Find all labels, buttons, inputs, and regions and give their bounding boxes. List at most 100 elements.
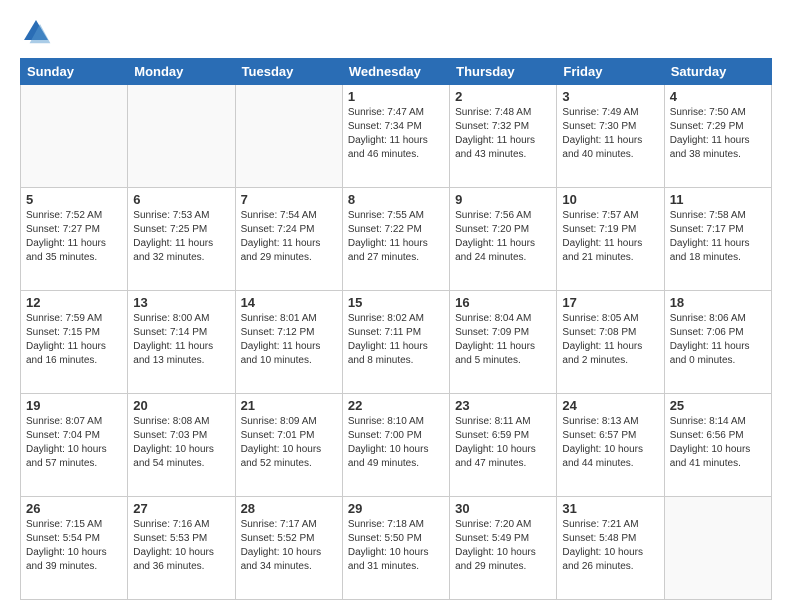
col-thursday: Thursday — [450, 59, 557, 85]
day-number: 26 — [26, 501, 122, 516]
calendar-cell: 20 Sunrise: 8:08 AM Sunset: 7:03 PM Dayli… — [128, 394, 235, 497]
calendar-cell: 31 Sunrise: 7:21 AM Sunset: 5:48 PM Dayli… — [557, 497, 664, 600]
day-number: 20 — [133, 398, 229, 413]
day-info: Sunrise: 7:55 AM Sunset: 7:22 PM Dayligh… — [348, 209, 444, 265]
day-number: 22 — [348, 398, 444, 413]
day-number: 3 — [562, 89, 658, 104]
day-info: Sunrise: 8:10 AM Sunset: 7:00 PM Dayligh… — [348, 415, 444, 471]
day-info: Sunrise: 8:06 AM Sunset: 7:06 PM Dayligh… — [670, 312, 766, 368]
calendar-cell: 27 Sunrise: 7:16 AM Sunset: 5:53 PM Dayli… — [128, 497, 235, 600]
calendar-cell: 8 Sunrise: 7:55 AM Sunset: 7:22 PM Daylig… — [342, 188, 449, 291]
day-info: Sunrise: 7:57 AM Sunset: 7:19 PM Dayligh… — [562, 209, 658, 265]
calendar-cell — [128, 85, 235, 188]
day-info: Sunrise: 8:13 AM Sunset: 6:57 PM Dayligh… — [562, 415, 658, 471]
logo-icon — [20, 16, 52, 48]
calendar-week-row: 5 Sunrise: 7:52 AM Sunset: 7:27 PM Daylig… — [21, 188, 772, 291]
day-info: Sunrise: 7:20 AM Sunset: 5:49 PM Dayligh… — [455, 518, 551, 574]
day-number: 30 — [455, 501, 551, 516]
day-number: 14 — [241, 295, 337, 310]
day-info: Sunrise: 8:14 AM Sunset: 6:56 PM Dayligh… — [670, 415, 766, 471]
day-info: Sunrise: 7:16 AM Sunset: 5:53 PM Dayligh… — [133, 518, 229, 574]
day-info: Sunrise: 7:17 AM Sunset: 5:52 PM Dayligh… — [241, 518, 337, 574]
col-friday: Friday — [557, 59, 664, 85]
calendar-cell: 21 Sunrise: 8:09 AM Sunset: 7:01 PM Dayli… — [235, 394, 342, 497]
calendar-cell: 11 Sunrise: 7:58 AM Sunset: 7:17 PM Dayli… — [664, 188, 771, 291]
calendar-week-row: 19 Sunrise: 8:07 AM Sunset: 7:04 PM Dayli… — [21, 394, 772, 497]
calendar-cell: 7 Sunrise: 7:54 AM Sunset: 7:24 PM Daylig… — [235, 188, 342, 291]
day-info: Sunrise: 7:52 AM Sunset: 7:27 PM Dayligh… — [26, 209, 122, 265]
day-info: Sunrise: 7:48 AM Sunset: 7:32 PM Dayligh… — [455, 106, 551, 162]
day-number: 17 — [562, 295, 658, 310]
day-info: Sunrise: 7:54 AM Sunset: 7:24 PM Dayligh… — [241, 209, 337, 265]
day-info: Sunrise: 7:58 AM Sunset: 7:17 PM Dayligh… — [670, 209, 766, 265]
calendar-table: Sunday Monday Tuesday Wednesday Thursday… — [20, 58, 772, 600]
calendar-cell: 10 Sunrise: 7:57 AM Sunset: 7:19 PM Dayli… — [557, 188, 664, 291]
day-number: 25 — [670, 398, 766, 413]
day-number: 11 — [670, 192, 766, 207]
calendar-week-row: 12Sunrise: 7:59 AM Sunset: 7:15 PM Dayli… — [21, 291, 772, 394]
day-number: 10 — [562, 192, 658, 207]
day-number: 16 — [455, 295, 551, 310]
day-number: 1 — [348, 89, 444, 104]
day-number: 15 — [348, 295, 444, 310]
calendar-cell: 4Sunrise: 7:50 AM Sunset: 7:29 PM Daylig… — [664, 85, 771, 188]
calendar-cell: 26Sunrise: 7:15 AM Sunset: 5:54 PM Dayli… — [21, 497, 128, 600]
calendar-cell: 5 Sunrise: 7:52 AM Sunset: 7:27 PM Daylig… — [21, 188, 128, 291]
calendar-cell: 15 Sunrise: 8:02 AM Sunset: 7:11 PM Dayli… — [342, 291, 449, 394]
calendar-cell: 30 Sunrise: 7:20 AM Sunset: 5:49 PM Dayli… — [450, 497, 557, 600]
day-info: Sunrise: 7:50 AM Sunset: 7:29 PM Dayligh… — [670, 106, 766, 162]
day-number: 12 — [26, 295, 122, 310]
calendar-week-row: 1Sunrise: 7:47 AM Sunset: 7:34 PM Daylig… — [21, 85, 772, 188]
day-number: 2 — [455, 89, 551, 104]
header — [20, 16, 772, 48]
day-number: 7 — [241, 192, 337, 207]
day-number: 13 — [133, 295, 229, 310]
calendar-cell: 25 Sunrise: 8:14 AM Sunset: 6:56 PM Dayli… — [664, 394, 771, 497]
day-number: 5 — [26, 192, 122, 207]
calendar-cell: 3 Sunrise: 7:49 AM Sunset: 7:30 PM Daylig… — [557, 85, 664, 188]
day-number: 21 — [241, 398, 337, 413]
calendar-cell: 9Sunrise: 7:56 AM Sunset: 7:20 PM Daylig… — [450, 188, 557, 291]
day-info: Sunrise: 7:49 AM Sunset: 7:30 PM Dayligh… — [562, 106, 658, 162]
calendar-cell: 18 Sunrise: 8:06 AM Sunset: 7:06 PM Dayli… — [664, 291, 771, 394]
calendar-cell: 12Sunrise: 7:59 AM Sunset: 7:15 PM Dayli… — [21, 291, 128, 394]
day-number: 28 — [241, 501, 337, 516]
logo — [20, 16, 56, 48]
day-number: 23 — [455, 398, 551, 413]
day-number: 18 — [670, 295, 766, 310]
day-number: 31 — [562, 501, 658, 516]
day-info: Sunrise: 8:04 AM Sunset: 7:09 PM Dayligh… — [455, 312, 551, 368]
day-info: Sunrise: 7:53 AM Sunset: 7:25 PM Dayligh… — [133, 209, 229, 265]
day-number: 27 — [133, 501, 229, 516]
page: Sunday Monday Tuesday Wednesday Thursday… — [0, 0, 792, 612]
col-sunday: Sunday — [21, 59, 128, 85]
day-info: Sunrise: 8:05 AM Sunset: 7:08 PM Dayligh… — [562, 312, 658, 368]
calendar-cell — [664, 497, 771, 600]
col-saturday: Saturday — [664, 59, 771, 85]
day-number: 6 — [133, 192, 229, 207]
calendar-cell: 24 Sunrise: 8:13 AM Sunset: 6:57 PM Dayli… — [557, 394, 664, 497]
col-wednesday: Wednesday — [342, 59, 449, 85]
calendar-cell: 28 Sunrise: 7:17 AM Sunset: 5:52 PM Dayli… — [235, 497, 342, 600]
day-info: Sunrise: 7:56 AM Sunset: 7:20 PM Dayligh… — [455, 209, 551, 265]
calendar-cell: 16 Sunrise: 8:04 AM Sunset: 7:09 PM Dayli… — [450, 291, 557, 394]
calendar-cell: 22 Sunrise: 8:10 AM Sunset: 7:00 PM Dayli… — [342, 394, 449, 497]
calendar-cell: 2 Sunrise: 7:48 AM Sunset: 7:32 PM Daylig… — [450, 85, 557, 188]
day-number: 19 — [26, 398, 122, 413]
day-info: Sunrise: 8:09 AM Sunset: 7:01 PM Dayligh… — [241, 415, 337, 471]
day-number: 8 — [348, 192, 444, 207]
day-number: 24 — [562, 398, 658, 413]
day-number: 29 — [348, 501, 444, 516]
calendar-cell: 19 Sunrise: 8:07 AM Sunset: 7:04 PM Dayli… — [21, 394, 128, 497]
col-tuesday: Tuesday — [235, 59, 342, 85]
calendar-cell: 23 Sunrise: 8:11 AM Sunset: 6:59 PM Dayli… — [450, 394, 557, 497]
day-info: Sunrise: 8:11 AM Sunset: 6:59 PM Dayligh… — [455, 415, 551, 471]
calendar-cell: 14Sunrise: 8:01 AM Sunset: 7:12 PM Dayli… — [235, 291, 342, 394]
day-info: Sunrise: 8:07 AM Sunset: 7:04 PM Dayligh… — [26, 415, 122, 471]
col-monday: Monday — [128, 59, 235, 85]
day-info: Sunrise: 8:02 AM Sunset: 7:11 PM Dayligh… — [348, 312, 444, 368]
calendar-cell: 29Sunrise: 7:18 AM Sunset: 5:50 PM Dayli… — [342, 497, 449, 600]
calendar-cell: 1Sunrise: 7:47 AM Sunset: 7:34 PM Daylig… — [342, 85, 449, 188]
day-info: Sunrise: 8:08 AM Sunset: 7:03 PM Dayligh… — [133, 415, 229, 471]
day-info: Sunrise: 7:21 AM Sunset: 5:48 PM Dayligh… — [562, 518, 658, 574]
